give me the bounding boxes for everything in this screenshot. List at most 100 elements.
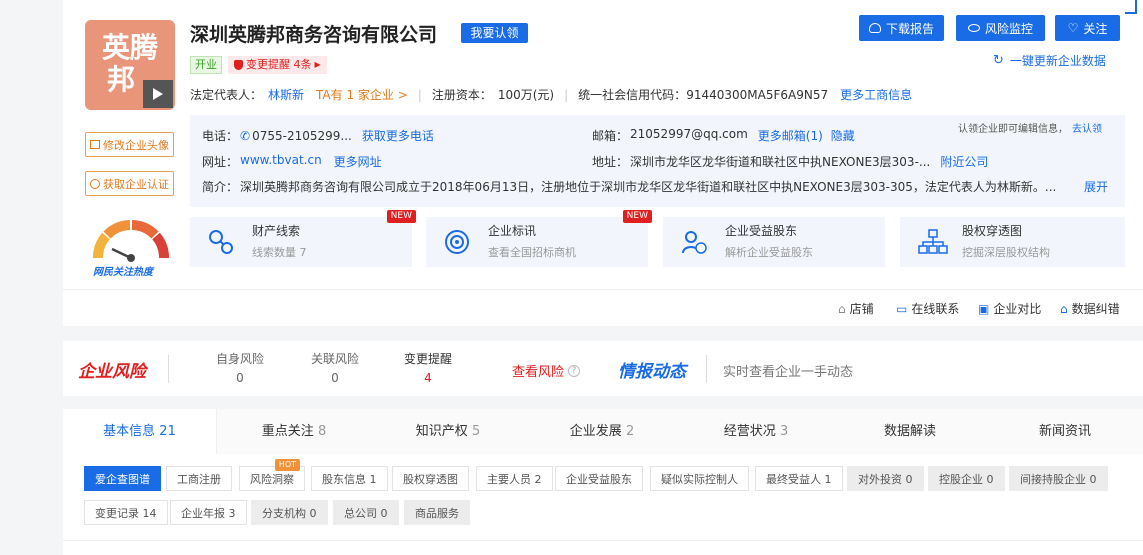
capital-value: 100万(元) bbox=[497, 88, 555, 102]
credit-code-value: 91440300MA5F6A9N57 bbox=[686, 87, 829, 102]
company-name: 深圳英腾邦商务咨询有限公司 bbox=[190, 24, 438, 46]
feature-sub: 线索数量 7 bbox=[252, 246, 307, 259]
logo-text-1: 英腾 bbox=[101, 31, 158, 64]
view-risk-link[interactable]: 查看风险 ? bbox=[512, 361, 581, 380]
chip-branches[interactable]: 分支机构 0 bbox=[251, 500, 328, 525]
tab-label: 基本信息 bbox=[103, 424, 156, 439]
more-business-link[interactable]: 更多工商信息 bbox=[840, 86, 912, 103]
attention-gauge bbox=[92, 218, 170, 263]
new-badge: NEW bbox=[386, 210, 416, 223]
chip-investments[interactable]: 对外投资 0 bbox=[847, 466, 924, 491]
chip-registration[interactable]: 工商注册 bbox=[166, 466, 232, 491]
divider bbox=[706, 355, 707, 383]
feature-title: 股权穿透图 bbox=[962, 224, 1023, 238]
chip-risk-insight[interactable]: 风险洞察 HOT bbox=[239, 459, 305, 491]
data-correction-link[interactable]: ⌂ 数据纠错 bbox=[1060, 300, 1120, 317]
tab-ip[interactable]: 知识产权 5 bbox=[371, 409, 525, 454]
chip-shareholders[interactable]: 股东信息 1 bbox=[311, 466, 388, 491]
self-risk-label: 自身风险 bbox=[215, 352, 264, 366]
edit-avatar-label: 修改企业头像 bbox=[103, 138, 169, 152]
download-report-button[interactable]: 下载报告 bbox=[859, 15, 944, 41]
chip-products[interactable]: 商品服务 bbox=[404, 500, 470, 525]
related-risk[interactable]: 关联风险 0 bbox=[300, 350, 370, 385]
clue-icon bbox=[208, 229, 234, 255]
feature-sub: 挖掘深层股权结构 bbox=[962, 246, 1050, 259]
get-certification-button[interactable]: 获取企业认证 bbox=[85, 171, 174, 196]
view-risk-label: 查看风险 bbox=[512, 365, 565, 380]
shop-icon: ⌂ bbox=[838, 301, 846, 316]
shop-link[interactable]: ⌂ 店铺 bbox=[838, 300, 874, 317]
corner-scan-icon[interactable] bbox=[1125, 0, 1137, 14]
heart-icon: ♡ bbox=[1067, 21, 1079, 35]
chip-key-people[interactable]: 主要人员 2 bbox=[476, 466, 553, 491]
more-emails-link[interactable]: 更多邮箱(1) bbox=[758, 127, 823, 144]
chip-graph[interactable]: 爱企查图谱 bbox=[84, 466, 161, 491]
edit-avatar-button[interactable]: 修改企业头像 bbox=[85, 132, 174, 157]
shield-alert-icon bbox=[234, 60, 243, 70]
tab-key-focus[interactable]: 重点关注 8 bbox=[217, 409, 371, 454]
tab-label: 经营状况 bbox=[723, 424, 776, 439]
feature-asset-clues[interactable]: 财产线索 线索数量 7 NEW bbox=[190, 210, 416, 267]
caret-right-icon: ▶ bbox=[314, 60, 321, 69]
more-phones-link[interactable]: 获取更多电话 bbox=[362, 127, 434, 144]
phone-value: 0755-2105299... bbox=[252, 128, 352, 143]
chip-equity-chart[interactable]: 股权穿透图 bbox=[392, 466, 469, 491]
eye-icon bbox=[967, 24, 980, 32]
gauge-icon bbox=[93, 220, 169, 262]
change-reminder-badge[interactable]: 变更提醒 4条 ▶ bbox=[228, 56, 327, 74]
help-icon: ? bbox=[568, 364, 581, 377]
tab-development[interactable]: 企业发展 2 bbox=[525, 409, 679, 454]
tab-count: 2 bbox=[625, 424, 635, 439]
correction-icon: ⌂ bbox=[1060, 301, 1068, 316]
claim-button[interactable]: 我要认领 bbox=[461, 23, 528, 43]
chip-change-records[interactable]: 变更记录 14 bbox=[84, 500, 168, 525]
chip-ultimate-beneficiary[interactable]: 最终受益人 1 bbox=[755, 466, 843, 491]
hot-badge: HOT bbox=[274, 459, 300, 471]
change-reminder-value: 4 bbox=[424, 371, 432, 385]
company-logo[interactable]: 英腾 邦 bbox=[85, 20, 175, 110]
tab-label: 企业发展 bbox=[569, 424, 622, 439]
feature-equity-chart[interactable]: 股权穿透图 挖掘深层股权结构 bbox=[900, 217, 1125, 267]
chip-head-office[interactable]: 总公司 0 bbox=[333, 500, 399, 525]
tab-count: 21 bbox=[159, 424, 176, 439]
self-risk[interactable]: 自身风险 0 bbox=[205, 350, 275, 385]
chip-holding-companies[interactable]: 控股企业 0 bbox=[928, 466, 1005, 491]
change-reminder[interactable]: 变更提醒 4 bbox=[393, 350, 463, 385]
expand-intro-link[interactable]: 展开 bbox=[1084, 178, 1108, 195]
feature-beneficial-owners[interactable]: 企业受益股东 解析企业受益股东 bbox=[663, 217, 885, 267]
feature-sub: 解析企业受益股东 bbox=[725, 246, 813, 259]
hide-email-link[interactable]: 隐藏 bbox=[831, 127, 855, 144]
feature-tenders[interactable]: 企业标讯 查看全国招标商机 NEW bbox=[426, 210, 652, 267]
compare-link[interactable]: ▣ 企业对比 bbox=[978, 300, 1041, 317]
more-websites-link[interactable]: 更多网址 bbox=[334, 153, 382, 170]
tab-basic-info[interactable]: 基本信息 21 bbox=[63, 409, 217, 454]
news-text[interactable]: 实时查看企业一手动态 bbox=[723, 361, 853, 380]
chip-annual-reports[interactable]: 企业年报 3 bbox=[170, 500, 247, 525]
online-contact-link[interactable]: ▭ 在线联系 bbox=[896, 300, 959, 317]
refresh-data-link[interactable]: ↻ 一键更新企业数据 bbox=[993, 52, 1106, 69]
download-label: 下载报告 bbox=[885, 21, 934, 36]
risk-monitor-button[interactable]: 风险监控 bbox=[956, 15, 1045, 41]
claim-link[interactable]: 去认领 bbox=[1072, 124, 1102, 135]
nearby-companies-link[interactable]: 附近公司 bbox=[940, 153, 988, 170]
ta-companies-link[interactable]: TA有 1 家企业 > bbox=[316, 86, 408, 103]
tab-news[interactable]: 新闻资讯 bbox=[987, 409, 1143, 454]
feature-sub: 查看全国招标商机 bbox=[488, 246, 576, 259]
chip-indirect-holdings[interactable]: 间接持股企业 0 bbox=[1009, 466, 1108, 491]
website-link[interactable]: www.tbvat.cn bbox=[240, 153, 322, 170]
follow-button[interactable]: ♡ 关注 bbox=[1055, 15, 1120, 41]
status-badge: 开业 bbox=[190, 56, 222, 74]
related-risk-value: 0 bbox=[331, 371, 339, 385]
tab-operations[interactable]: 经营状况 3 bbox=[679, 409, 833, 454]
feature-title: 财产线索 bbox=[252, 224, 301, 238]
chip-beneficial-owners[interactable]: 企业受益股东 bbox=[555, 466, 643, 491]
tab-data-analysis[interactable]: 数据解读 bbox=[833, 409, 987, 454]
legal-rep-link[interactable]: 林斯新 bbox=[268, 86, 304, 103]
phone-row: 电话： ✆ 0755-2105299... 获取更多电话 bbox=[202, 127, 434, 144]
tab-bar: 基本信息 21 重点关注 8 知识产权 5 企业发展 2 经营状况 3 数据解读… bbox=[63, 409, 1143, 454]
play-icon[interactable] bbox=[143, 80, 173, 108]
refresh-icon: ↻ bbox=[993, 53, 1004, 68]
phone-icon: ✆ bbox=[240, 128, 251, 143]
chip-actual-controller[interactable]: 疑似实际控制人 bbox=[650, 466, 749, 491]
org-chart-icon bbox=[918, 229, 948, 255]
